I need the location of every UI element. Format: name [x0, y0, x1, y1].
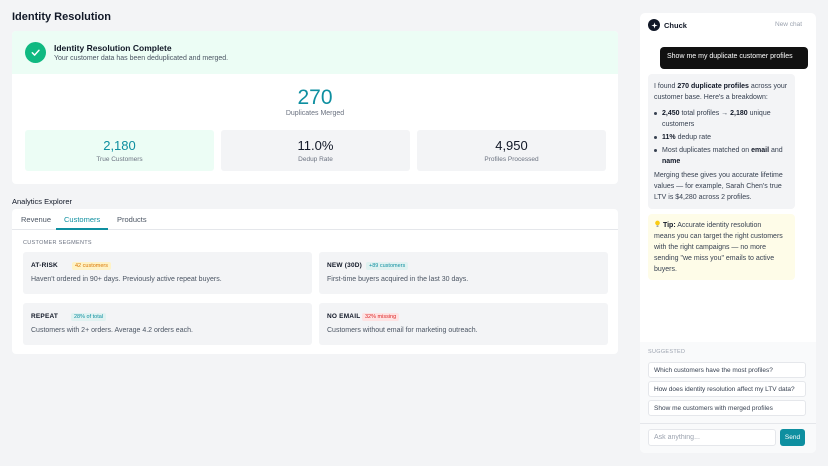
bullet-dot — [654, 146, 658, 152]
success-banner: Identity Resolution Complete Your custom… — [12, 31, 618, 74]
message-line: 11% dedup rate — [662, 134, 712, 141]
tab-revenue[interactable]: Revenue — [21, 215, 51, 224]
tip-message: Tip: Accurate identity resolution means … — [648, 214, 795, 280]
summary-card: Identity Resolution Complete Your custom… — [12, 31, 618, 184]
segment-badge: 28% of total — [71, 313, 107, 321]
bullet-dot — [654, 133, 658, 139]
suggestion-chip[interactable]: Show me customers with merged profiles — [648, 400, 806, 416]
segment-new-30d[interactable]: NEW (30D) +89 customers First-time buyer… — [319, 252, 608, 294]
banner-title: Identity Resolution Complete — [54, 43, 172, 53]
analytics-card: Revenue Customers Products CUSTOMER SEGM… — [12, 209, 618, 354]
duplicates-merged-label: Duplicates Merged — [285, 110, 345, 117]
message-line: Tip: Accurate identity resolution — [654, 220, 792, 231]
segments-title: CUSTOMER SEGMENTS — [23, 240, 92, 246]
message-line: 2,450 total profiles → 2,180 unique — [662, 110, 771, 117]
message-line: I found 270 duplicate profiles across yo… — [654, 83, 788, 90]
analytics-title: Analytics Explorer — [12, 197, 73, 206]
chat-input[interactable] — [648, 429, 776, 446]
new-chat-button[interactable]: New chat — [775, 21, 802, 28]
metric-label: Profiles Processed — [484, 156, 539, 163]
chat-assistant-name: Chuck — [664, 21, 687, 30]
segment-no-email[interactable]: NO EMAIL 32% missing Customers without e… — [319, 303, 608, 345]
main-panel: Identity Resolution Identity Resolution … — [0, 0, 632, 466]
segment-badge: 42 customers — [72, 262, 112, 270]
page-title: Identity Resolution — [12, 11, 111, 23]
message-line: sending "we miss you" emails to active — [654, 255, 775, 262]
message-line: values — for example, Sarah Chen's true — [654, 183, 782, 190]
segment-name: NO EMAIL — [327, 313, 361, 320]
metric-value: 11.0% — [297, 138, 334, 153]
suggestion-chip[interactable]: Which customers have the most profiles? — [648, 362, 806, 378]
message-line: LTV is $4,280 across 2 profiles. — [654, 194, 752, 201]
segment-description: Customers with 2+ orders. Average 4.2 or… — [31, 327, 193, 334]
message-line: with the right campaigns — no more — [654, 244, 767, 251]
analytics-tabs: Revenue Customers Products — [12, 209, 618, 230]
suggestion-chip[interactable]: How does identity resolution affect my L… — [648, 381, 806, 397]
send-button[interactable]: Send — [780, 429, 805, 446]
segment-name: AT-RISK — [31, 262, 58, 269]
message-line: buyers. — [654, 266, 677, 273]
active-tab-indicator — [56, 228, 108, 230]
bullet-dot — [654, 109, 658, 115]
banner-subtitle: Your customer data has been deduplicated… — [54, 55, 229, 62]
metric-true-customers: 2,180 True Customers — [25, 130, 214, 171]
divider — [640, 423, 816, 424]
tab-products[interactable]: Products — [117, 215, 147, 224]
message-line: name — [662, 158, 681, 165]
metric-value: 2,180 — [103, 138, 136, 153]
suggested-title: SUGGESTED — [648, 349, 686, 355]
message-line: customers — [662, 121, 695, 128]
segment-description: Haven't ordered in 90+ days. Previously … — [31, 276, 222, 283]
lightbulb-icon — [655, 220, 660, 227]
suggestions-area: SUGGESTED Which customers have the most … — [640, 342, 816, 453]
message-line: customer base. Here's a breakdown: — [654, 94, 768, 101]
assistant-message: I found 270 duplicate profiles across yo… — [648, 74, 795, 209]
metric-dedup-rate: 11.0% Dedup Rate — [221, 130, 410, 171]
segment-description: Customers without email for marketing ou… — [327, 327, 478, 334]
message-line: Most duplicates matched on email and — [662, 147, 783, 154]
metric-value: 4,950 — [495, 138, 528, 153]
chuck-logo-icon — [648, 19, 660, 31]
check-circle-icon — [25, 42, 46, 63]
user-message: Show me my duplicate customer profiles — [660, 47, 808, 69]
metric-label: True Customers — [96, 156, 143, 163]
segment-name: NEW (30D) — [327, 262, 363, 269]
segment-description: First-time buyers acquired in the last 3… — [327, 276, 469, 283]
segment-badge: +89 customers — [366, 262, 409, 270]
tab-customers[interactable]: Customers — [64, 215, 100, 224]
metric-label: Dedup Rate — [298, 156, 333, 163]
segment-at-risk[interactable]: AT-RISK 42 customers Haven't ordered in … — [23, 252, 312, 294]
metric-profiles-processed: 4,950 Profiles Processed — [417, 130, 606, 171]
segment-badge: 32% missing — [362, 313, 400, 321]
segment-repeat[interactable]: REPEAT 28% of total Customers with 2+ or… — [23, 303, 312, 345]
chat-panel: Chuck New chat Show me my duplicate cust… — [640, 13, 816, 453]
message-line: Merging these gives you accurate lifetim… — [654, 172, 783, 179]
segment-name: REPEAT — [31, 313, 59, 320]
duplicates-merged-value: 270 — [297, 86, 333, 109]
message-line: means you can target the right customers — [654, 233, 783, 240]
